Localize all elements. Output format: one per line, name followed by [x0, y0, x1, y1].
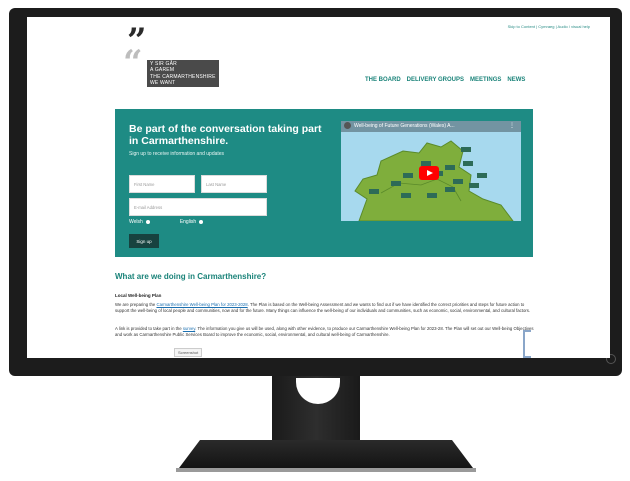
main-nav: THE BOARD DELIVERY GROUPS MEETINGS NEWS	[365, 77, 525, 83]
play-button-icon[interactable]	[419, 166, 439, 180]
signup-button[interactable]: Sign up	[129, 234, 159, 248]
paragraph-1: We are preparing the Carmarthenshire Wel…	[115, 302, 535, 314]
nav-delivery-groups[interactable]: DELIVERY GROUPS	[407, 77, 464, 83]
welsh-label: Welsh	[129, 219, 143, 225]
hero-subtitle: Sign up to receive information and updat…	[129, 151, 225, 157]
nav-the-board[interactable]: THE BOARD	[365, 77, 401, 83]
welsh-option[interactable]: Welsh	[129, 219, 150, 225]
nav-news[interactable]: NEWS	[507, 77, 525, 83]
first-name-field[interactable]: First Name	[129, 175, 195, 193]
subsection-heading: Local Well-being Plan	[115, 293, 162, 298]
site-logo[interactable]: Y SIR GÂR A GAREM THE CARMARTHENSHIRE WE…	[147, 60, 219, 88]
video-embed[interactable]: Well-being of Future Generations (Wales)…	[341, 121, 521, 221]
hero-title: Be part of the conversation taking part …	[129, 123, 322, 147]
stand-base-edge	[176, 468, 476, 472]
language-options: Welsh English	[129, 219, 204, 225]
more-options-icon[interactable]: ⋮	[509, 123, 515, 129]
nav-meetings[interactable]: MEETINGS	[470, 77, 501, 83]
screenshot-tooltip: Screenshot	[174, 348, 203, 357]
english-option[interactable]: English	[179, 219, 204, 225]
paragraph-2-start: A link is provided to take part in the	[115, 326, 183, 331]
email-field[interactable]: E-mail Address	[129, 198, 267, 216]
browser-page: Skip to Content | Cymraeg | Audio / visu…	[27, 17, 610, 358]
english-radio[interactable]	[199, 220, 204, 224]
video-title-bar: Well-being of Future Generations (Wales)…	[341, 121, 521, 132]
logo-line-3: THE CARMARTHENSHIRE	[150, 73, 216, 80]
survey-link[interactable]: survey	[183, 326, 195, 331]
utility-links[interactable]: Skip to Content | Cymraeg | Audio / visu…	[508, 24, 590, 29]
paragraph-1-start: We are preparing the	[115, 302, 157, 307]
screenshot-selection-bracket	[523, 330, 531, 358]
english-label: English	[179, 219, 197, 225]
video-title: Well-being of Future Generations (Wales)…	[354, 123, 455, 129]
last-name-field[interactable]: Last Name	[201, 175, 267, 193]
welsh-radio[interactable]	[145, 220, 150, 224]
wellbeing-plan-link[interactable]: Carmarthenshire Well-being Plan for 2023…	[156, 302, 247, 307]
logo-line-4: WE WANT	[150, 79, 176, 86]
section-heading: What are we doing in Carmarthenshire?	[115, 272, 267, 281]
channel-avatar-icon	[344, 122, 351, 130]
quote-mark-grey-icon: “	[123, 43, 143, 83]
paragraph-2: A link is provided to take part in the s…	[115, 326, 535, 338]
signup-hero: Be part of the conversation taking part …	[115, 109, 533, 257]
